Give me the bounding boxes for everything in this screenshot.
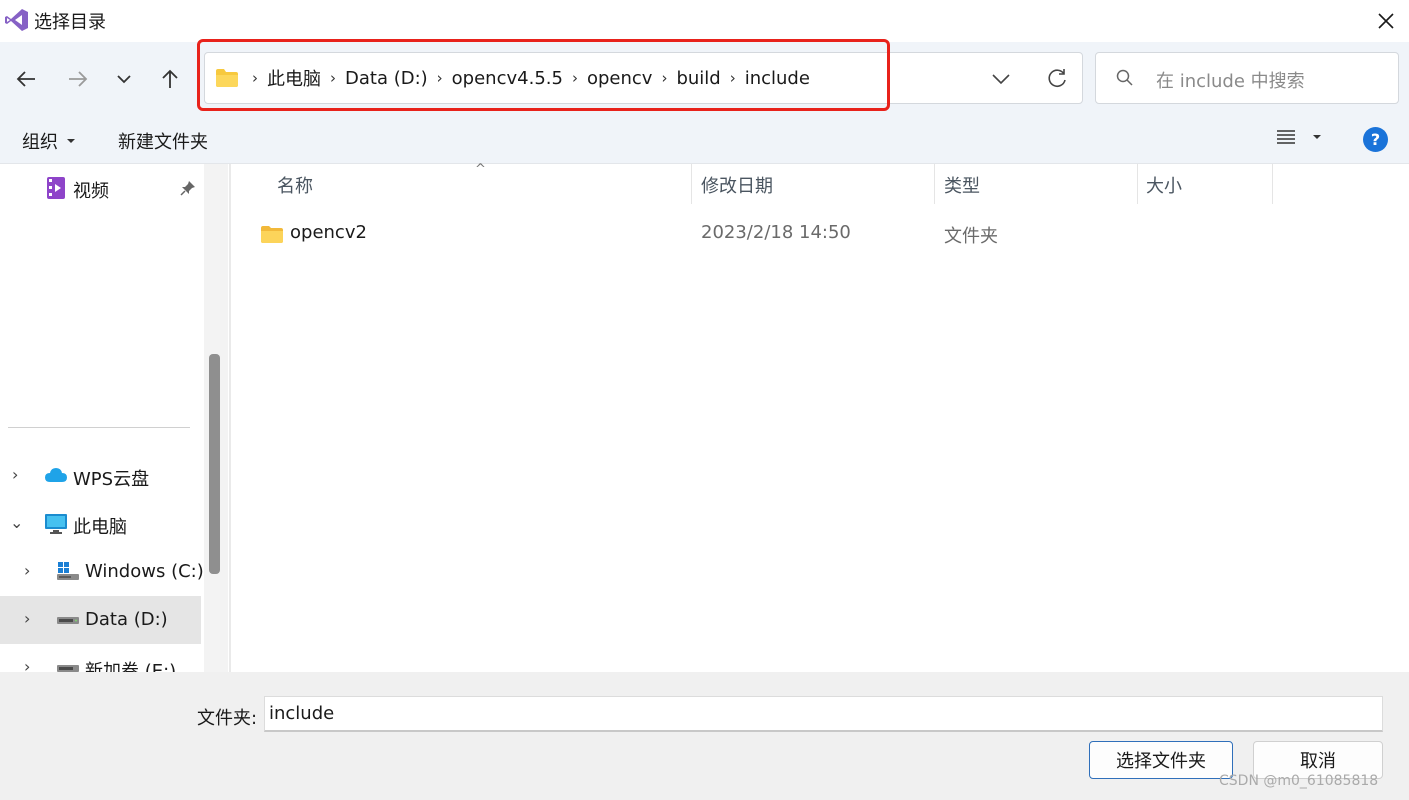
nav-item-label: 此电脑 <box>73 517 127 538</box>
file-modified: 2023/2/18 14:50 <box>701 222 851 243</box>
drive-icon <box>57 617 79 624</box>
column-header-type[interactable]: 类型 <box>944 164 980 206</box>
column-header-size[interactable]: 大小 <box>1146 164 1182 206</box>
sort-ascending-icon: ^ <box>475 162 486 177</box>
refresh-icon <box>1048 69 1066 87</box>
organize-button[interactable]: 组织 <box>22 128 76 154</box>
title-bar: 选择目录 <box>0 0 1409 42</box>
table-row[interactable]: opencv2 2023/2/18 14:50 文件夹 <box>231 214 1409 254</box>
close-button[interactable] <box>1363 0 1409 42</box>
chevron-down-icon <box>992 74 1010 85</box>
nav-item-label: 视频 <box>73 181 109 202</box>
up-button[interactable] <box>153 62 187 96</box>
search-input[interactable]: 在 include 中搜索 <box>1095 52 1399 104</box>
navigation-pane: 视频 › WPS云盘 ⌄ 此电脑 › Windows (C:) › Data (… <box>0 164 229 672</box>
folder-label: 文件夹: <box>197 708 258 729</box>
column-header-modified[interactable]: 修改日期 <box>701 164 773 206</box>
nav-item-new-volume-e[interactable]: › 新加卷 (E:) <box>0 644 201 672</box>
column-divider[interactable] <box>691 164 692 204</box>
cloud-icon <box>45 468 67 482</box>
dialog-footer: 文件夹: 选择文件夹 取消 CSDN @m0_61085818 <box>0 672 1409 800</box>
help-button[interactable]: ? <box>1363 127 1388 152</box>
organize-label: 组织 <box>22 132 58 153</box>
nav-divider <box>8 427 190 428</box>
new-folder-button[interactable]: 新建文件夹 <box>118 128 208 154</box>
folder-name-input[interactable] <box>264 696 1383 732</box>
folder-icon <box>261 226 283 243</box>
nav-item-label: Windows (C:) <box>85 561 204 582</box>
chevron-down-icon <box>117 75 131 84</box>
arrow-up-icon <box>162 69 178 88</box>
windows-drive-icon <box>57 562 79 580</box>
nav-item-videos[interactable]: 视频 <box>0 164 201 212</box>
caret-down-icon <box>67 139 75 143</box>
address-highlight-annotation <box>197 39 890 111</box>
file-name: opencv2 <box>290 222 367 243</box>
computer-icon <box>45 514 67 534</box>
nav-item-label: WPS云盘 <box>73 469 150 490</box>
back-button[interactable] <box>9 62 43 96</box>
nav-scrollbar-thumb[interactable] <box>209 354 220 574</box>
column-divider[interactable] <box>934 164 935 204</box>
recent-locations-button[interactable] <box>107 62 141 96</box>
drive-icon <box>57 665 79 672</box>
forward-button[interactable] <box>61 62 95 96</box>
column-divider[interactable] <box>1272 164 1273 204</box>
chevron-right-icon[interactable]: › <box>24 657 30 672</box>
arrow-left-icon <box>16 71 35 87</box>
help-icon: ? <box>1370 130 1381 149</box>
refresh-button[interactable] <box>1043 65 1071 93</box>
close-icon <box>1378 13 1394 29</box>
nav-item-label: 新加卷 (E:) <box>85 661 177 672</box>
search-placeholder: 在 include 中搜索 <box>1156 71 1305 92</box>
search-icon <box>1116 69 1133 86</box>
command-bar: 组织 新建文件夹 ? <box>0 118 1409 164</box>
nav-item-windows-c[interactable]: › Windows (C:) <box>0 548 204 596</box>
pin-icon[interactable] <box>180 180 196 196</box>
file-type: 文件夹 <box>944 226 998 247</box>
arrow-right-icon <box>69 71 88 87</box>
nav-item-label: Data (D:) <box>85 609 168 630</box>
view-options-button[interactable] <box>1276 128 1322 146</box>
select-folder-button[interactable]: 选择文件夹 <box>1089 741 1233 779</box>
column-header-name[interactable]: 名称 <box>277 164 313 206</box>
chevron-down-icon[interactable]: ⌄ <box>10 513 23 532</box>
window-title: 选择目录 <box>34 12 106 33</box>
video-icon <box>47 177 65 199</box>
file-list: ^ 名称 修改日期 类型 大小 opencv2 2023/2/18 14:50 … <box>231 162 1409 672</box>
watermark: CSDN @m0_61085818 <box>1219 773 1379 789</box>
chevron-right-icon[interactable]: › <box>24 561 30 580</box>
list-view-icon <box>1277 130 1295 144</box>
chevron-right-icon[interactable]: › <box>24 609 30 628</box>
chevron-right-icon[interactable]: › <box>12 465 18 484</box>
address-history-button[interactable] <box>987 66 1015 92</box>
nav-item-wps-cloud[interactable]: › WPS云盘 <box>0 452 201 500</box>
column-divider[interactable] <box>1137 164 1138 204</box>
nav-item-data-d[interactable]: › Data (D:) <box>0 596 201 644</box>
caret-down-icon <box>1313 135 1321 139</box>
nav-item-this-pc[interactable]: ⌄ 此电脑 <box>0 500 201 548</box>
visual-studio-icon <box>5 9 28 31</box>
